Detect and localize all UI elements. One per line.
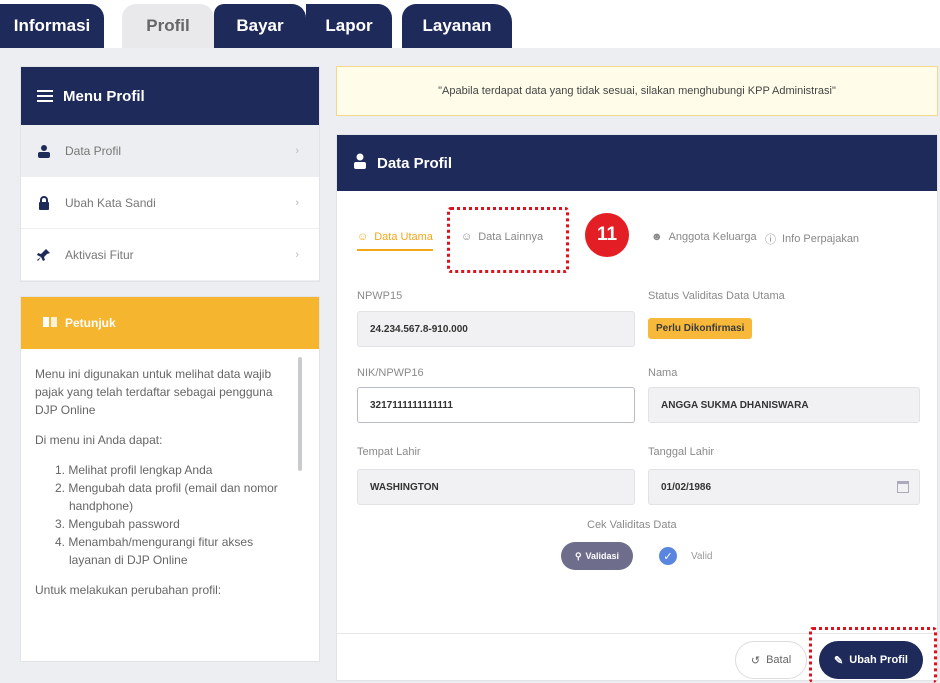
validasi-button[interactable]: ⚲ Validasi [561, 542, 633, 570]
npwp15-field: 24.234.567.8-910.000 [357, 311, 635, 347]
check-icon: ✓ [659, 547, 677, 565]
status-badge: Perlu Dikonfirmasi [648, 318, 753, 339]
subtab-label: Data Utama [374, 231, 433, 243]
tanggal-lahir-label: Tanggal Lahir [648, 446, 715, 458]
chevron-right-icon: › [295, 248, 299, 261]
nik-label: NIK/NPWP16 [357, 367, 424, 379]
step-number: 11 [596, 224, 618, 245]
status-label: Status Validitas Data Utama [648, 290, 785, 302]
list-item: 4. Menambah/mengurangi fitur akses layan… [55, 535, 254, 567]
tempat-lahir-field: WASHINGTON [357, 469, 635, 505]
notice-banner: "Apabila terdapat data yang tidak sesuai… [336, 66, 938, 116]
nik-value: 3217111111111111 [370, 399, 453, 411]
profile-card: Data Profil ☺ Data Utama ☺ Data Lainnya … [336, 134, 938, 683]
user-icon [37, 144, 51, 158]
nama-label: Nama [648, 367, 678, 379]
info-icon: ⓘ [765, 234, 776, 246]
calendar-icon [897, 481, 909, 493]
lock-icon [37, 195, 51, 210]
profile-header: Data Profil [337, 135, 937, 191]
list-item: 2. Mengubah data profil (email dan nomor… [55, 481, 278, 513]
menu-item-label: Data Profil [65, 143, 122, 158]
help-intro: Menu ini digunakan untuk melihat data wa… [35, 367, 273, 417]
highlight-data-lainnya [447, 207, 569, 273]
list-item: 1. Melihat profil lengkap Anda [55, 463, 213, 477]
undo-icon: ↺ [750, 654, 761, 667]
tanggal-lahir-field: 01/02/1986 [648, 469, 920, 505]
menu-item-aktivasi-fitur[interactable]: Aktivasi Fitur › [21, 229, 319, 281]
npwp15-value: 24.234.567.8-910.000 [370, 323, 468, 335]
menu-header: Menu Profil [21, 67, 319, 125]
validasi-label: Validasi [585, 551, 620, 561]
users-icon: ☻ [651, 231, 663, 243]
subtab-label: Info Perpajakan [782, 233, 860, 245]
top-tab-bar: Informasi Profil Bayar Lapor Layanan [0, 0, 940, 48]
menu-item-label: Ubah Kata Sandi [65, 195, 156, 210]
list-item: 3. Mengubah password [55, 517, 180, 531]
notice-text: "Apabila terdapat data yang tidak sesuai… [438, 85, 836, 97]
batal-button[interactable]: ↺ Batal [735, 641, 807, 679]
tab-label: Profil [146, 16, 190, 35]
subtab-anggota-keluarga[interactable]: ☻ Anggota Keluarga [651, 231, 757, 243]
tempat-lahir-label: Tempat Lahir [357, 446, 421, 458]
user-icon [353, 153, 367, 173]
tab-profil[interactable]: Profil [122, 4, 214, 48]
tanggal-lahir-value: 01/02/1986 [661, 481, 712, 493]
help-steps: 1. Melihat profil lengkap Anda 2. Mengub… [35, 461, 292, 569]
user-outline-icon: ☺ [357, 231, 369, 243]
valid-indicator: ✓ Valid [659, 547, 713, 565]
profile-menu: Menu Profil Data Profil › Ubah Kata Sand… [20, 66, 320, 282]
npwp15-label: NPWP15 [357, 290, 403, 302]
subtab-data-utama[interactable]: ☺ Data Utama [357, 231, 433, 251]
tab-informasi[interactable]: Informasi [0, 4, 104, 48]
book-icon [43, 316, 57, 331]
menu-item-data-profil[interactable]: Data Profil › [21, 125, 319, 177]
profile-title: Data Profil [377, 154, 453, 172]
batal-label: Batal [766, 654, 792, 666]
subtab-label: Anggota Keluarga [668, 231, 757, 243]
hamburger-icon [37, 90, 53, 102]
tab-layanan[interactable]: Layanan [402, 4, 512, 48]
tab-bayar[interactable]: Bayar [214, 4, 306, 48]
help-can-do: Di menu ini Anda dapat: [35, 433, 163, 447]
tab-lapor[interactable]: Lapor [306, 4, 392, 48]
pin-icon [37, 248, 51, 262]
nama-value: ANGGA SUKMA DHANISWARA [661, 399, 809, 411]
profile-subtabs: ☺ Data Utama ☺ Data Lainnya ☻ Anggota Ke… [357, 231, 927, 255]
help-body: Menu ini digunakan untuk melihat data wa… [21, 349, 306, 599]
tab-label: Bayar [236, 16, 284, 35]
chevron-right-icon: › [295, 196, 299, 209]
search-icon: ⚲ [574, 550, 582, 561]
step-badge: 11 [585, 213, 629, 257]
help-panel: Petunjuk Menu ini digunakan untuk meliha… [20, 296, 320, 662]
nama-field: ANGGA SUKMA DHANISWARA [648, 387, 920, 423]
tab-label: Layanan [422, 16, 492, 35]
help-footer: Untuk melakukan perubahan profil: [35, 583, 222, 597]
help-title: Petunjuk [65, 316, 116, 330]
nik-field[interactable]: 3217111111111111 [357, 387, 635, 423]
help-scrollbar[interactable] [298, 357, 302, 471]
highlight-ubah-profil [809, 627, 937, 683]
menu-title: Menu Profil [63, 87, 145, 105]
status-value: Perlu Dikonfirmasi [656, 323, 745, 334]
menu-item-ubah-kata-sandi[interactable]: Ubah Kata Sandi › [21, 177, 319, 229]
tab-label: Lapor [325, 16, 373, 35]
chevron-right-icon: › [295, 144, 299, 157]
menu-item-label: Aktivasi Fitur [65, 247, 134, 262]
tempat-lahir-value: WASHINGTON [370, 481, 439, 493]
help-header: Petunjuk [21, 297, 319, 349]
tab-label: Informasi [13, 16, 91, 35]
subtab-info-perpajakan[interactable]: ⓘ Info Perpajakan [765, 231, 859, 247]
cek-validitas-label: Cek Validitas Data [587, 519, 677, 531]
valid-label: Valid [691, 550, 713, 562]
